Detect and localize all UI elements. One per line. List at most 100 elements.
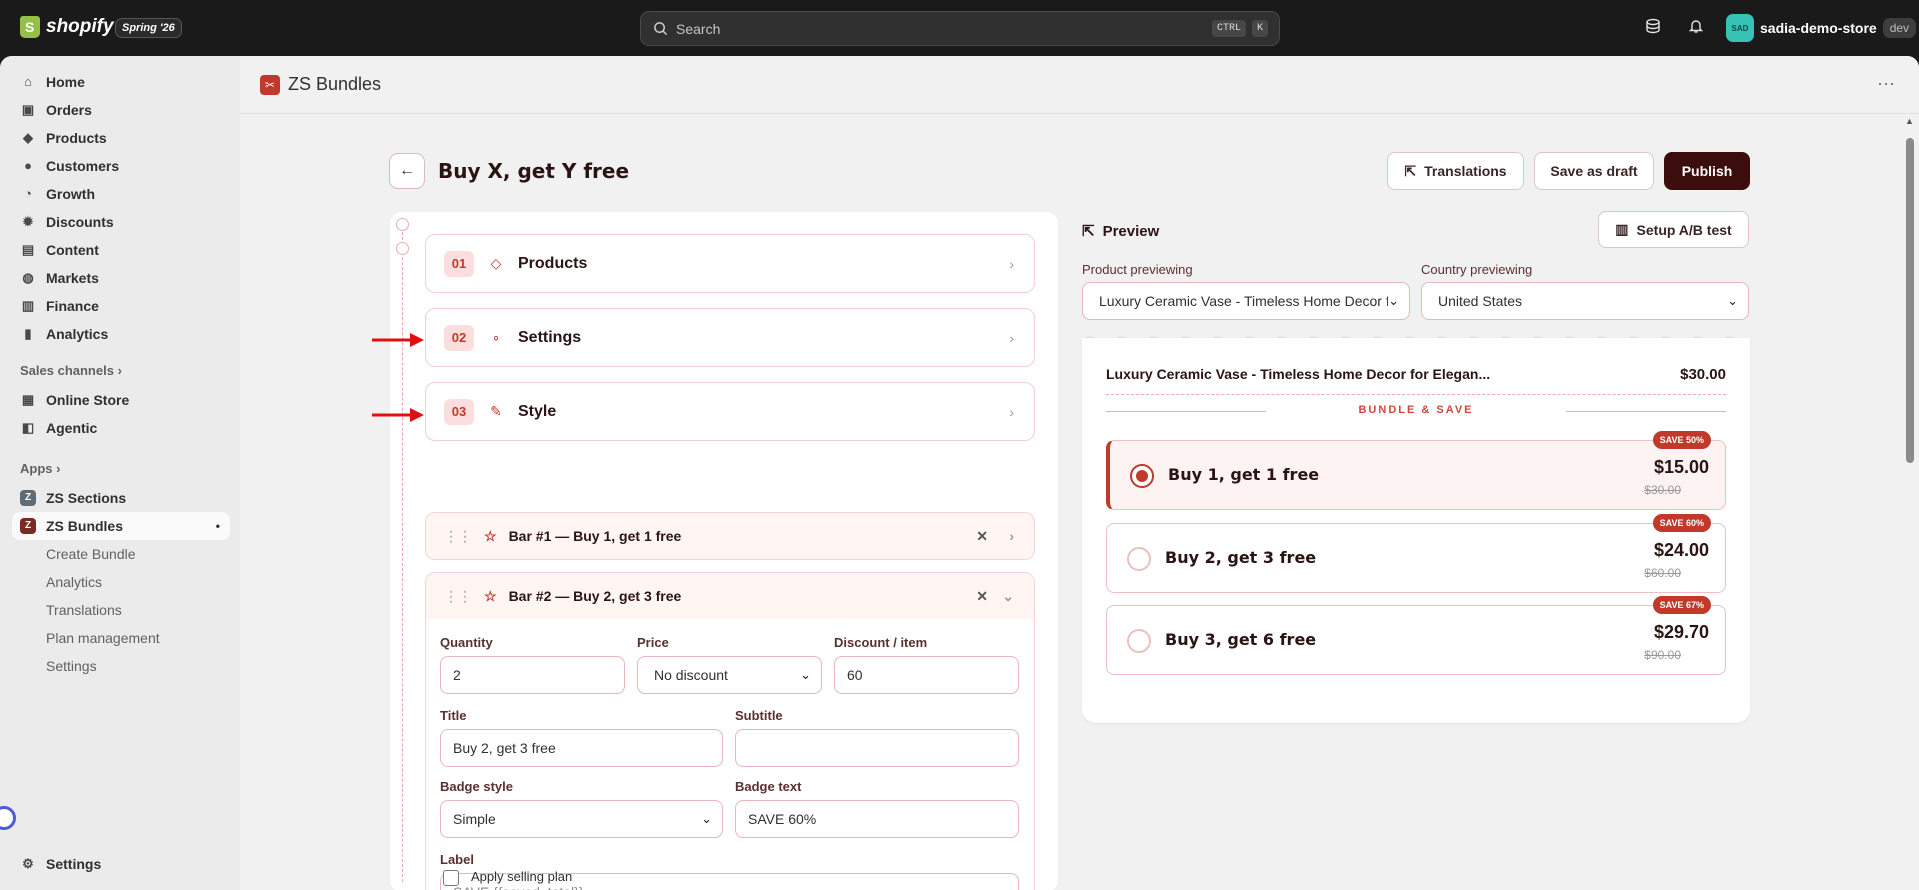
radio-selected[interactable]	[1130, 464, 1154, 488]
sidebar-item-agentic[interactable]: ◧ Agentic	[12, 414, 230, 442]
admin-frame: ⌂ Home ▣ Orders ◆ Products ● Customers ◔ Grow…	[0, 56, 1919, 890]
product-previewing-select[interactable]: Luxury Ceramic Vase - Timeless Home Deco…	[1082, 282, 1410, 320]
save-badge: SAVE 60%	[1652, 514, 1711, 532]
sidebar-subitem-plan-management[interactable]: Plan management	[46, 630, 160, 646]
bell-icon[interactable]	[1686, 18, 1706, 38]
sidebar-subitem-create-bundle[interactable]: Create Bundle	[46, 546, 136, 562]
app-title-bar: ✂ ZS Bundles ⋯	[240, 56, 1919, 114]
pin-dot-icon[interactable]: •	[216, 519, 220, 533]
sidebar-item-zs-bundles[interactable]: Z ZS Bundles •	[12, 512, 230, 540]
step-number: 02	[444, 324, 474, 351]
ab-test-button-label: Setup A/B test	[1636, 221, 1732, 238]
chevron-right-icon[interactable]: ›	[1009, 528, 1014, 544]
apps-heading[interactable]: Apps ›	[20, 461, 60, 476]
bundle-editor-card: 01 ◇ Products › 02 ∘ Settings › 03 ✎ Sty…	[390, 212, 1058, 890]
search-placeholder: Search	[676, 20, 721, 37]
scroll-up-icon[interactable]: ▲	[1905, 116, 1914, 126]
country-previewing-select[interactable]: United States ⌄	[1421, 282, 1749, 320]
shopify-logo[interactable]: shopify	[20, 16, 114, 38]
close-icon[interactable]: ✕	[976, 588, 988, 605]
label-field-label: Label	[440, 852, 474, 867]
scrollbar-thumb[interactable]	[1906, 138, 1914, 463]
preview-product-price: $30.00	[1680, 366, 1726, 383]
content-icon: ▤	[21, 242, 35, 257]
drag-handle-icon[interactable]: ⋮⋮	[444, 588, 472, 605]
publish-button[interactable]: Publish	[1664, 152, 1750, 190]
save-draft-button[interactable]: Save as draft	[1534, 152, 1654, 190]
tag-icon: ◇	[490, 255, 502, 271]
product-previewing-label: Product previewing	[1082, 262, 1193, 277]
sidebar-item-home[interactable]: ⌂ Home	[12, 68, 230, 96]
star-icon: ☆	[484, 587, 497, 604]
radio-unselected[interactable]	[1127, 629, 1151, 653]
save-badge: SAVE 50%	[1652, 431, 1711, 449]
sidebar-item-label: Customers	[46, 158, 120, 174]
back-button[interactable]: ←	[389, 153, 425, 189]
sidebar-item-label: Products	[46, 130, 107, 146]
divider	[1106, 394, 1726, 395]
sidebar-item-content[interactable]: ▤ Content	[12, 236, 230, 264]
sidebar-subitem-translations[interactable]: Translations	[46, 602, 122, 618]
translations-button[interactable]: ⇱ Translations	[1387, 152, 1524, 190]
discount-input[interactable]: 60	[834, 656, 1019, 694]
database-icon[interactable]	[1643, 18, 1663, 38]
sidebar-item-markets[interactable]: ◍ Markets	[12, 264, 230, 292]
bundle-option-old-price: $60.00	[1644, 566, 1681, 580]
step-style[interactable]: 03 ✎ Style ›	[425, 382, 1035, 441]
sidebar-item-label: ZS Bundles	[46, 518, 124, 534]
help-bubble[interactable]	[0, 806, 16, 830]
sidebar-item-orders[interactable]: ▣ Orders	[12, 96, 230, 124]
quantity-label: Quantity	[440, 635, 493, 650]
bundle-option[interactable]: Buy 1, get 1 free $15.00 $30.00 SAVE 50%	[1106, 431, 1726, 510]
radio-unselected[interactable]	[1127, 547, 1151, 571]
search-input[interactable]: Search CTRL K	[640, 11, 1280, 46]
bundle-option-title: Buy 1, get 1 free	[1168, 465, 1320, 484]
sidebar-item-label: Orders	[46, 102, 92, 118]
chevron-right-icon: ›	[1009, 403, 1014, 420]
annotation-arrow-settings	[372, 333, 424, 347]
sidebar-item-discounts[interactable]: ✹ Discounts	[12, 208, 230, 236]
selling-plan-checkbox[interactable]	[443, 870, 459, 886]
sidebar-item-products[interactable]: ◆ Products	[12, 124, 230, 152]
bundle-option[interactable]: Buy 2, get 3 free $24.00 $60.00 SAVE 60%	[1106, 514, 1726, 593]
sidebar-item-growth[interactable]: ◔ Growth	[12, 180, 230, 208]
badge-text-input[interactable]: SAVE 60%	[735, 800, 1019, 838]
step-settings[interactable]: 02 ∘ Settings ›	[425, 308, 1035, 367]
sidebar-item-settings[interactable]: ⚙ Settings	[12, 850, 230, 878]
badge-style-select[interactable]: Simple ⌄	[440, 800, 723, 838]
country-previewing-label: Country previewing	[1421, 262, 1533, 277]
subtitle-input[interactable]	[735, 729, 1019, 767]
sidebar-item-analytics[interactable]: ▮ Analytics	[12, 320, 230, 348]
more-actions-icon[interactable]: ⋯	[1877, 74, 1895, 95]
title-input[interactable]: Buy 2, get 3 free	[440, 729, 723, 767]
sidebar-item-zs-sections[interactable]: Z ZS Sections	[12, 484, 230, 512]
step-products[interactable]: 01 ◇ Products ›	[425, 234, 1035, 293]
sidebar-subitem-analytics[interactable]: Analytics	[46, 574, 102, 590]
bundle-preview-widget: Luxury Ceramic Vase - Timeless Home Deco…	[1082, 338, 1750, 723]
chevron-down-icon[interactable]: ⌄	[1002, 588, 1014, 605]
badge-text-label: Badge text	[735, 779, 802, 794]
sidebar-subitem-settings[interactable]: Settings	[46, 658, 97, 674]
ab-test-button[interactable]: ▥ Setup A/B test	[1598, 211, 1749, 248]
star-icon: ☆	[484, 527, 497, 544]
bar-1-row[interactable]: ⋮⋮ ☆ Bar #1 — Buy 1, get 1 free ✕ ›	[425, 512, 1035, 560]
quantity-input[interactable]: 2	[440, 656, 625, 694]
bundle-option[interactable]: Buy 3, get 6 free $29.70 $90.00 SAVE 67%	[1106, 596, 1726, 675]
globe-icon: ◍	[22, 270, 34, 285]
sidebar-item-online-store[interactable]: ▦ Online Store	[12, 386, 230, 414]
store-menu[interactable]: SAD sadia-demo-store dev	[1726, 14, 1917, 42]
page-scrollbar[interactable]: ▲	[1901, 114, 1919, 890]
step-number: 01	[444, 250, 474, 277]
sales-channels-heading[interactable]: Sales channels ›	[20, 363, 122, 378]
edition-badge[interactable]: Spring '26	[115, 18, 182, 38]
sidebar-item-finance[interactable]: ▥ Finance	[12, 292, 230, 320]
gear-icon: ⚙	[22, 856, 34, 871]
external-link-icon[interactable]: ⇱	[1082, 222, 1095, 240]
tag-icon: ◆	[23, 130, 33, 145]
apps-label: Apps	[20, 461, 53, 476]
drag-handle-icon[interactable]: ⋮⋮	[444, 528, 472, 545]
price-select[interactable]: No discount ⌄	[637, 656, 822, 694]
bar-2-header[interactable]: ⋮⋮ ☆ Bar #2 — Buy 2, get 3 free ✕ ⌄	[426, 573, 1034, 619]
sidebar-item-customers[interactable]: ● Customers	[12, 152, 230, 180]
close-icon[interactable]: ✕	[976, 528, 988, 545]
